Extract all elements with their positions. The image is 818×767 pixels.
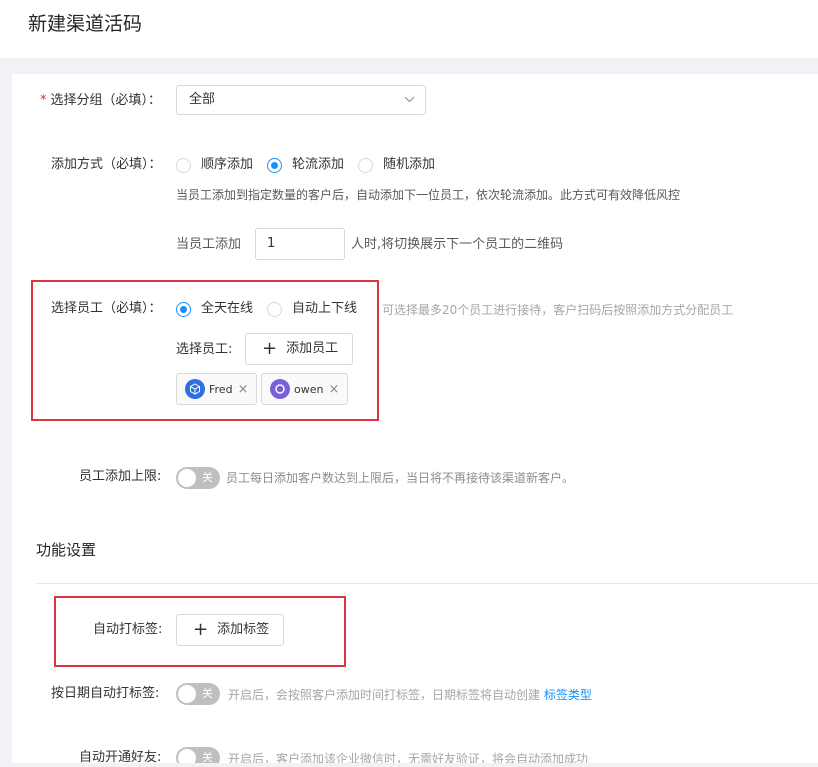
radio-label: 随机添加 [383,157,436,172]
radio-rotating[interactable]: 轮流添加 [267,155,344,175]
radio-random[interactable]: 随机添加 [358,155,435,175]
auto-friend-description: 开启后，客户添加该企业微信时，无需好友验证，将会自动添加成功 [228,752,589,763]
date-tag-label: 按日期自动打标签: [51,686,160,701]
group-label-text: 选择分组（必填）： [50,93,162,108]
group-select-value: 全部 [189,92,216,107]
close-icon[interactable]: × [238,382,249,397]
staff-mode-radio-group: 全天在线 自动上下线 [176,299,371,319]
auto-tag-label: 自动打标签: [93,622,163,637]
limit-switch[interactable]: 关 [176,467,220,493]
radio-circle [176,157,191,173]
staff-select-label: 选择员工: [176,342,233,357]
switch-text: 关 [202,471,213,484]
add-staff-button-label: 添加员工 [286,341,339,356]
staff-hint: 可选择最多20个员工进行接待，客户扫码后按照添加方式分配员工 [382,303,734,317]
page-header: 新建渠道活码 [0,0,818,58]
plus-icon: + [262,338,278,359]
date-tag-switch[interactable]: 关 [176,683,220,709]
switch-knob [178,685,196,703]
switch-text: 关 [202,751,213,763]
section-divider [36,583,818,584]
radio-sequential[interactable]: 顺序添加 [176,155,253,175]
add-mode-label: 添加方式（必填）： [51,157,162,172]
auto-friend-label: 自动开通好友: [79,750,162,763]
close-icon[interactable]: × [328,382,339,397]
form-panel: * 选择分组（必填）： 全部 添加方式（必填）： 顺序添加 轮流添加 随机添加 当… [12,74,818,763]
radio-label: 全天在线 [201,301,254,316]
limit-label: 员工添加上限: [79,469,162,484]
switch-threshold-input[interactable]: 1 [255,228,345,260]
switch-threshold-suffix: 人时,将切换展示下一个员工的二维码 [351,237,564,252]
staff-tag-owen: owen × [261,373,349,405]
staff-tag-name: Fred [209,382,233,396]
staff-label: 选择员工（必填）： [51,301,162,316]
switch-threshold-prefix: 当员工添加 [176,237,242,252]
page-title: 新建渠道活码 [28,13,143,35]
chevron-down-icon [404,96,415,103]
required-mark: * [40,93,47,108]
switch-knob [178,749,196,763]
radio-label: 轮流添加 [292,157,345,172]
group-label: * 选择分组（必填）： [40,91,161,111]
limit-description: 员工每日添加客户数达到上限后，当日将不再接待该渠道新客户。 [226,471,575,485]
plus-icon: + [193,619,209,640]
staff-tag-fred: Fred × [176,373,258,405]
avatar [185,379,205,399]
switch-knob [178,469,196,487]
add-staff-button[interactable]: + 添加员工 [245,333,354,365]
date-tag-description: 开启后，会按照客户添加时间打标签，日期标签将自动创建 标签类型 [228,686,592,704]
add-tag-button[interactable]: + 添加标签 [176,614,285,646]
radio-auto-online[interactable]: 自动上下线 [267,299,357,319]
circle-logo-icon [275,384,285,394]
group-select[interactable]: 全部 [176,85,426,115]
radio-label: 顺序添加 [201,157,254,172]
add-mode-radio-group: 顺序添加 轮流添加 随机添加 [176,155,449,175]
add-mode-description: 当员工添加到指定数量的客户后，自动添加下一位员工，依次轮流添加。此方式可有效降低… [176,188,681,202]
staff-tag-name: owen [294,382,324,396]
switch-text: 关 [202,687,213,700]
cube-icon [190,383,200,395]
radio-circle [267,301,283,317]
radio-circle-checked [176,301,191,317]
radio-circle [358,157,374,173]
toggle-switch[interactable]: 关 [176,747,220,763]
toggle-switch[interactable]: 关 [176,683,220,705]
date-tag-description-text: 开启后，会按照客户添加时间打标签，日期标签将自动创建 [228,688,541,702]
auto-friend-switch[interactable]: 关 [176,747,220,763]
toggle-switch[interactable]: 关 [176,467,220,489]
add-tag-button-label: 添加标签 [217,622,270,637]
radio-circle-checked [267,157,283,173]
tag-type-link[interactable]: 标签类型 [544,688,592,702]
section-title-features: 功能设置 [36,541,97,559]
radio-label: 自动上下线 [292,301,358,316]
avatar [270,379,290,399]
radio-always-online[interactable]: 全天在线 [176,299,253,319]
